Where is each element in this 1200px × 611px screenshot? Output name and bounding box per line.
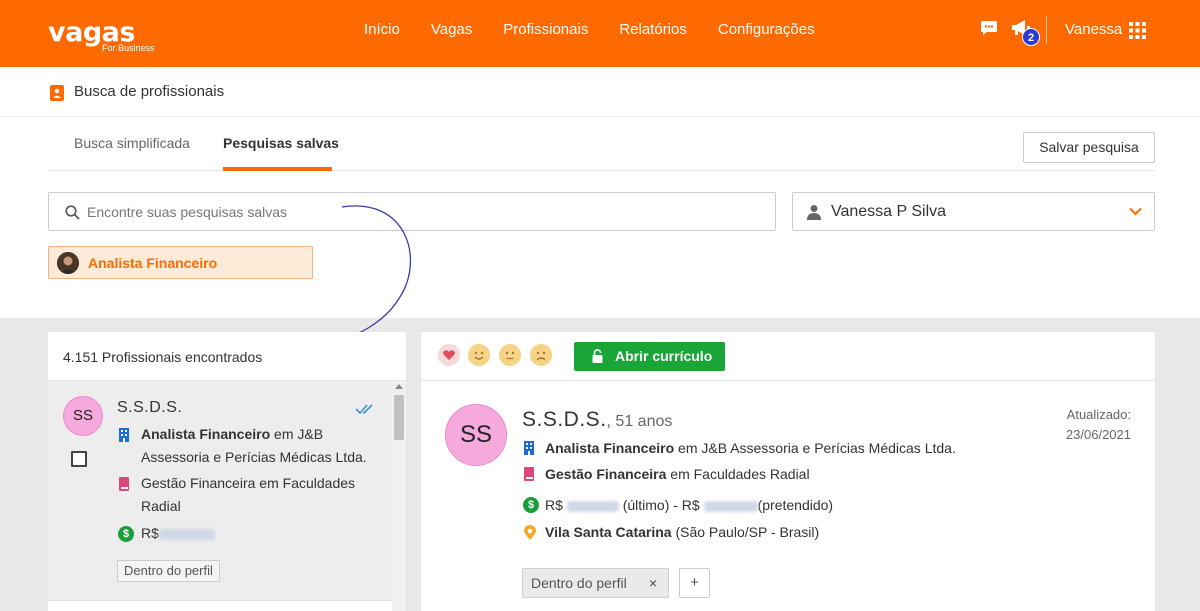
profile-tag-label: Dentro do perfil — [531, 575, 627, 591]
salary-prefix: R$ — [545, 497, 563, 513]
avatar: SS — [63, 396, 103, 436]
nav-relatorios[interactable]: Relatórios — [619, 21, 687, 38]
add-tag-button[interactable]: + — [679, 568, 710, 598]
saved-search-box — [48, 192, 776, 231]
avatar — [57, 252, 79, 274]
neutral-face-icon[interactable] — [499, 344, 521, 366]
save-search-button[interactable]: Salvar pesquisa — [1023, 132, 1155, 163]
book-icon — [524, 467, 534, 481]
detail-job-rest: em J&B Assessoria e Perícias Médicas Ltd… — [678, 440, 956, 456]
candidate-name: S.S.D.S. — [522, 408, 607, 431]
nav-configuracoes[interactable]: Configurações — [718, 21, 815, 38]
divider — [48, 600, 392, 601]
active-tab-indicator — [223, 167, 332, 171]
owner-select-value: Vanessa P Silva — [831, 203, 947, 220]
salary-last-blurred — [566, 500, 619, 512]
candidate-job-title: Analista Financeiro — [141, 426, 271, 442]
list-item[interactable]: SS S.S.D.S. Analista Financeiro em J&B A… — [48, 381, 392, 600]
updated-label: Atualizado: — [1066, 407, 1131, 422]
chat-icon[interactable] — [980, 20, 998, 36]
results-count: 4.151 Profissionais encontrados — [63, 349, 263, 365]
salary-prefix: R$ — [141, 525, 159, 541]
dollar-icon: $ — [523, 497, 539, 513]
sad-face-icon[interactable] — [530, 344, 552, 366]
salary-wanted-label: (pretendido) — [757, 497, 834, 513]
scrollbar-thumb[interactable] — [394, 395, 404, 440]
apps-grid-icon[interactable] — [1129, 22, 1146, 39]
saved-search-chip[interactable]: Analista Financeiro — [48, 246, 313, 279]
candidate-education: Gestão Financeira em Faculdades Radial — [118, 472, 378, 518]
candidate-salary: $ R$ — [118, 522, 378, 545]
updated-info: Atualizado: 23/06/2021 — [1041, 405, 1131, 445]
dollar-icon: $ — [118, 526, 134, 542]
chevron-down-icon — [1129, 207, 1142, 216]
profile-card-icon — [50, 85, 64, 101]
logo-sub-text: For Business — [102, 43, 155, 53]
book-icon — [119, 477, 129, 491]
candidate-checkbox[interactable] — [71, 451, 87, 467]
close-icon[interactable]: × — [649, 575, 657, 591]
salary-wanted-blurred — [703, 500, 758, 512]
notification-badge: 2 — [1022, 28, 1040, 46]
saved-search-input[interactable] — [87, 193, 757, 230]
saved-search-chip-label: Analista Financeiro — [88, 255, 218, 271]
top-navbar: vagas For Business Início Vagas Profissi… — [0, 0, 1200, 67]
double-check-icon — [355, 404, 373, 415]
nav-inicio[interactable]: Início — [364, 21, 400, 38]
user-menu[interactable]: Vanessa — [1065, 21, 1122, 38]
nav-vagas[interactable]: Vagas — [431, 21, 472, 38]
salary-last-label: (último) - R$ — [622, 497, 700, 513]
candidate-job-connector: em — [274, 426, 294, 442]
location-pin-icon — [524, 525, 536, 540]
status-badge: Dentro do perfil — [117, 560, 220, 582]
tab-pesquisas-salvas[interactable]: Pesquisas salvas — [223, 135, 339, 151]
avatar: SS — [445, 404, 507, 466]
candidate-age: , 51 anos — [606, 413, 673, 430]
detail-location-neighborhood: Vila Santa Catarina — [545, 524, 672, 540]
building-icon — [524, 441, 534, 455]
scroll-up-icon[interactable] — [395, 384, 403, 389]
search-panel: Busca de profissionais Busca simplificad… — [0, 67, 1200, 350]
main-nav: Início Vagas Profissionais Relatórios Co… — [364, 21, 846, 38]
unlock-icon — [592, 349, 603, 363]
heart-icon[interactable] — [438, 344, 460, 366]
candidate-education-connector: em — [259, 475, 279, 491]
detail-location-rest: (São Paulo/SP - Brasil) — [675, 524, 820, 540]
person-icon — [807, 205, 821, 220]
open-cv-button[interactable]: Abrir currículo — [574, 342, 725, 371]
candidate-job: Analista Financeiro em J&B Assessoria e … — [118, 423, 378, 469]
detail-education-rest: em Faculdades Radial — [670, 466, 810, 482]
updated-date: 23/06/2021 — [1065, 427, 1131, 442]
candidate-detail-name: S.S.D.S., 51 anos — [522, 408, 672, 432]
nav-divider — [1046, 16, 1047, 44]
profile-tag: Dentro do perfil × — [522, 568, 669, 598]
tab-busca-simplificada[interactable]: Busca simplificada — [74, 135, 190, 151]
detail-education-course: Gestão Financeira — [545, 466, 667, 482]
detail-job-title: Analista Financeiro — [545, 440, 675, 456]
building-icon — [119, 428, 129, 442]
page-title: Busca de profissionais — [74, 83, 225, 100]
salary-blurred — [158, 528, 215, 540]
vagas-logo[interactable]: vagas For Business — [48, 17, 168, 57]
page-header: Busca de profissionais — [0, 67, 1200, 117]
results-list-panel: 4.151 Profissionais encontrados SS S.S.D… — [48, 332, 406, 611]
owner-select[interactable]: Vanessa P Silva — [792, 192, 1155, 231]
divider — [421, 380, 1155, 381]
search-tabs: Busca simplificada Pesquisas salvas — [48, 120, 1155, 171]
candidate-detail-panel: Abrir currículo SS S.S.D.S., 51 anos Atu… — [421, 332, 1155, 611]
candidate-name: S.S.D.S. — [117, 399, 183, 416]
open-cv-label: Abrir currículo — [615, 348, 713, 364]
candidate-education-course: Gestão Financeira — [141, 475, 256, 491]
happy-face-icon[interactable] — [468, 344, 490, 366]
nav-profissionais[interactable]: Profissionais — [503, 21, 588, 38]
search-icon — [65, 205, 80, 220]
